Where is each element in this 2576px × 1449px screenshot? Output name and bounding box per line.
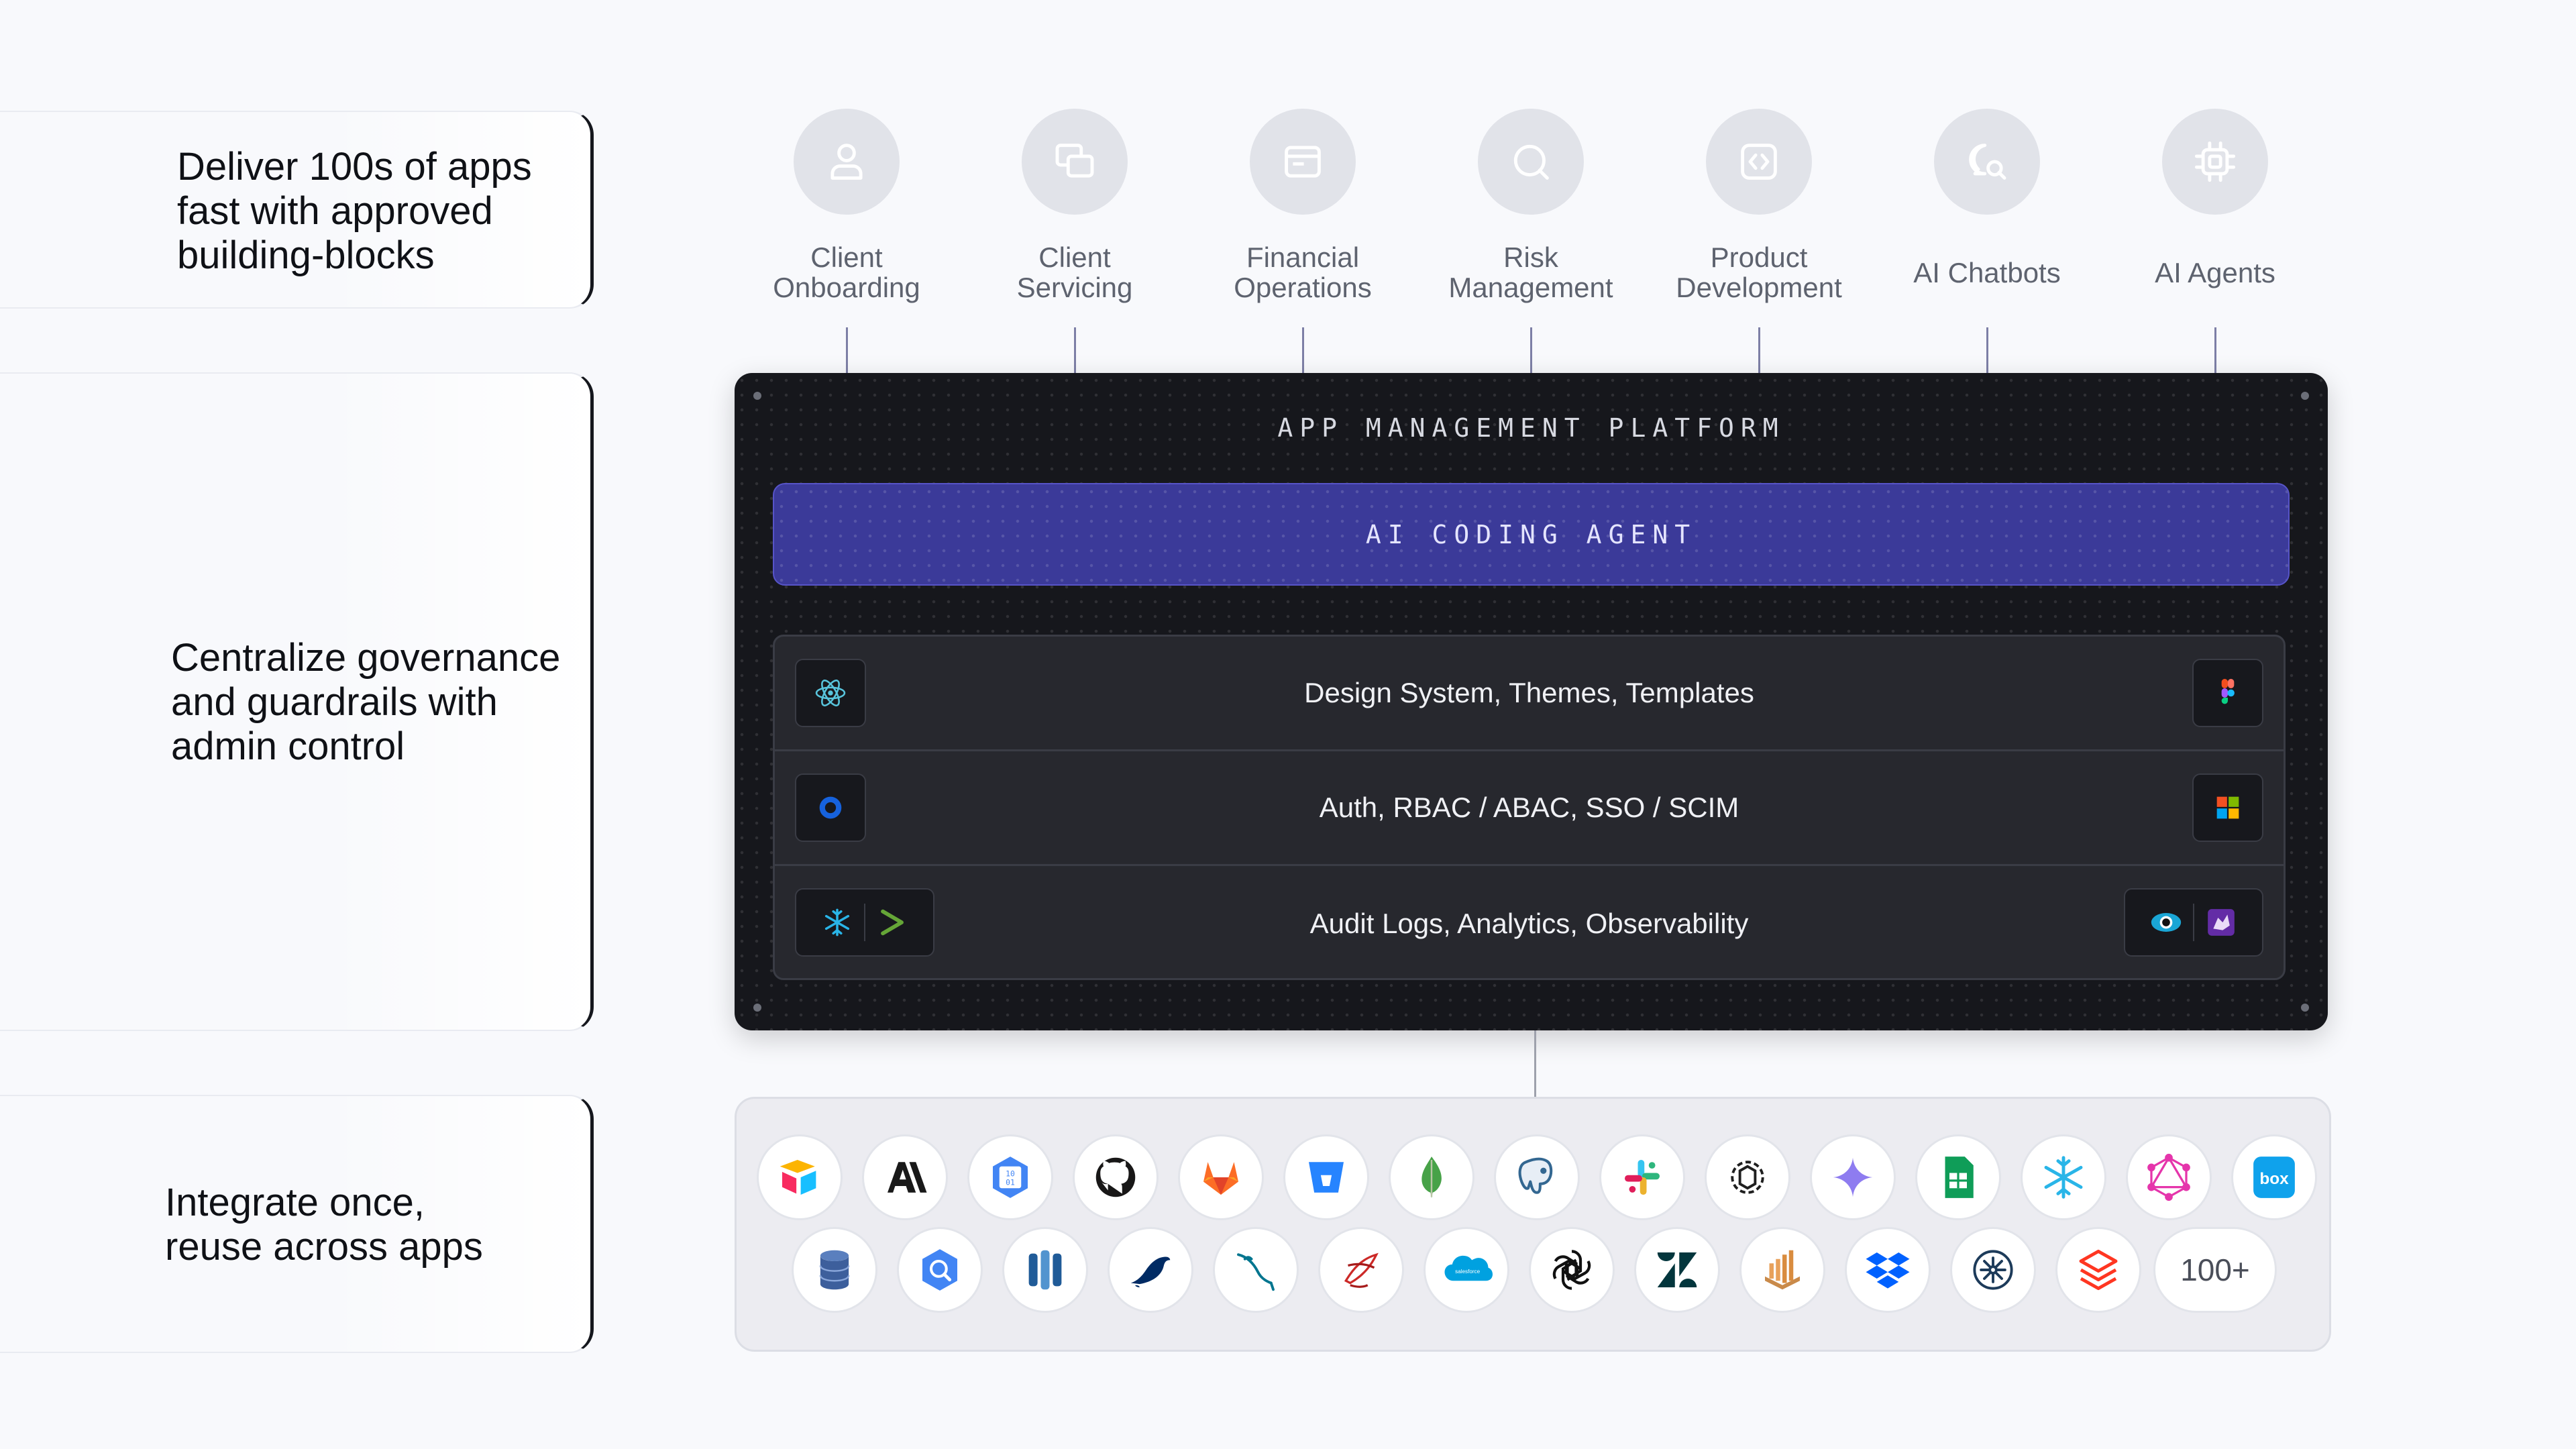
svg-text:01: 01 xyxy=(1006,1177,1015,1187)
category-connector xyxy=(1074,327,1076,374)
bitbucket-icon[interactable] xyxy=(1283,1134,1369,1220)
platform-row-audit[interactable]: Audit Logs, Analytics, Observability xyxy=(775,866,2284,978)
category-client-servicing[interactable]: Client Servicing xyxy=(961,109,1189,303)
platform-row-auth[interactable]: Auth, RBAC / ABAC, SSO / SCIM xyxy=(775,751,2284,866)
row-left-icons xyxy=(795,773,866,842)
circleci-icon[interactable] xyxy=(1950,1227,2036,1313)
openai-knot-icon[interactable] xyxy=(1705,1134,1790,1220)
mongodb-icon[interactable] xyxy=(1389,1134,1474,1220)
category-product-development[interactable]: Product Development xyxy=(1645,109,1873,303)
row-label: Auth, RBAC / ABAC, SSO / SCIM xyxy=(1319,792,1739,823)
gitlab-icon[interactable] xyxy=(1178,1134,1264,1220)
microsoft-icon xyxy=(2216,796,2239,819)
mysql-icon[interactable] xyxy=(1213,1227,1299,1313)
ai-coding-agent-bar[interactable]: AI CODING AGENT xyxy=(773,483,2290,586)
platform-integrations-connector xyxy=(1534,1030,1536,1097)
more-integrations-label: 100+ xyxy=(2180,1252,2250,1287)
icon-separator xyxy=(2193,904,2194,941)
bigquery-icon[interactable] xyxy=(897,1227,983,1313)
category-label: AI Chatbots xyxy=(1913,256,2061,288)
category-connector xyxy=(1530,327,1532,374)
row-label: Audit Logs, Analytics, Observability xyxy=(1309,907,1749,939)
category-risk-management[interactable]: Risk Management xyxy=(1417,109,1645,303)
slack-icon[interactable] xyxy=(1599,1134,1685,1220)
graphql-icon[interactable] xyxy=(2126,1134,2212,1220)
row-label: Design System, Themes, Templates xyxy=(1304,677,1754,708)
ai-coding-agent-label: AI CODING AGENT xyxy=(1365,519,1697,549)
postgres-icon[interactable] xyxy=(1494,1134,1580,1220)
row-left-icons xyxy=(795,888,934,957)
react-icon xyxy=(815,680,846,706)
box-logo-text: box xyxy=(2259,1170,2289,1188)
more-integrations-button[interactable]: 100+ xyxy=(2153,1227,2277,1313)
platform-title: APP MANAGEMENT PLATFORM xyxy=(1277,413,1785,443)
chip-icon xyxy=(2162,109,2268,215)
zendesk-icon[interactable] xyxy=(1634,1227,1720,1313)
category-financial-operations[interactable]: Financial Operations xyxy=(1189,109,1417,303)
airtable-icon[interactable] xyxy=(757,1134,843,1220)
user-icon xyxy=(794,109,900,215)
row-right-icons xyxy=(2192,773,2263,842)
bracket-text-integrate: Integrate once, reuse across apps xyxy=(165,1181,483,1269)
app-management-platform: APP MANAGEMENT PLATFORM AI CODING AGENT … xyxy=(735,373,2328,1030)
code-icon xyxy=(1706,109,1812,215)
category-connector xyxy=(2214,327,2216,374)
svg-text:10: 10 xyxy=(1006,1169,1015,1178)
category-connector xyxy=(1302,327,1304,374)
snowflake-icon[interactable] xyxy=(2021,1134,2106,1220)
database-icon[interactable] xyxy=(792,1227,877,1313)
salesforce-logo-text: salesforce xyxy=(1455,1269,1480,1275)
category-ai-agents[interactable]: AI Agents xyxy=(2101,109,2329,303)
category-label: AI Agents xyxy=(2155,256,2275,288)
google-sheets-icon[interactable] xyxy=(1915,1134,2001,1220)
okta-icon xyxy=(819,796,842,819)
category-ai-chatbots[interactable]: AI Chatbots xyxy=(1873,109,2101,303)
databricks-bars-icon[interactable] xyxy=(1739,1227,1825,1313)
icon-separator xyxy=(864,904,865,941)
redshift-icon[interactable] xyxy=(1002,1227,1088,1313)
corner-dot xyxy=(753,392,761,400)
corner-dot xyxy=(2301,392,2309,400)
category-client-onboarding[interactable]: Client Onboarding xyxy=(733,109,961,303)
box-icon[interactable]: box xyxy=(2231,1134,2317,1220)
binary-icon[interactable]: 10 01 xyxy=(967,1134,1053,1220)
corner-dot xyxy=(2301,1004,2309,1012)
mariadb-icon[interactable] xyxy=(1108,1227,1193,1313)
category-label: Risk Management xyxy=(1448,241,1613,303)
eye-icon xyxy=(2151,913,2182,932)
platform-rows: Design System, Themes, Templates Auth, R… xyxy=(773,635,2286,980)
splunk-icon xyxy=(881,909,904,936)
snowflake-icon xyxy=(824,908,850,936)
databricks-icon[interactable] xyxy=(2055,1227,2141,1313)
row-left-icons xyxy=(795,659,866,727)
integrations-panel: 10 01 box salesforce 100+ xyxy=(735,1097,2331,1352)
bracket-text-governance: Centralize governance and guardrails wit… xyxy=(171,636,561,768)
platform-row-design[interactable]: Design System, Themes, Templates xyxy=(775,637,2284,751)
row-right-icons xyxy=(2124,888,2263,957)
dropbox-icon[interactable] xyxy=(1845,1227,1931,1313)
search-icon xyxy=(1478,109,1584,215)
row-right-icons xyxy=(2192,659,2263,727)
category-label: Product Development xyxy=(1676,241,1842,303)
openai-icon[interactable] xyxy=(1529,1227,1615,1313)
category-label: Client Servicing xyxy=(1016,241,1133,303)
gemini-icon[interactable] xyxy=(1810,1134,1896,1220)
card-icon xyxy=(1250,109,1356,215)
salesforce-icon[interactable]: salesforce xyxy=(1424,1227,1509,1313)
sqlserver-icon[interactable] xyxy=(1318,1227,1404,1313)
category-label: Financial Operations xyxy=(1234,241,1372,303)
category-connector xyxy=(846,327,848,374)
corner-dot xyxy=(753,1004,761,1012)
bracket-text-deliver: Deliver 100s of apps fast with approved … xyxy=(177,145,532,277)
chat-search-icon xyxy=(1934,109,2040,215)
category-connector xyxy=(1986,327,1988,374)
datadog-icon xyxy=(2208,909,2235,936)
github-icon[interactable] xyxy=(1073,1134,1159,1220)
category-connector xyxy=(1758,327,1760,374)
anthropic-icon[interactable] xyxy=(862,1134,948,1220)
category-label: Client Onboarding xyxy=(773,241,920,303)
figma-icon xyxy=(2221,679,2235,704)
chat-windows-icon xyxy=(1022,109,1128,215)
